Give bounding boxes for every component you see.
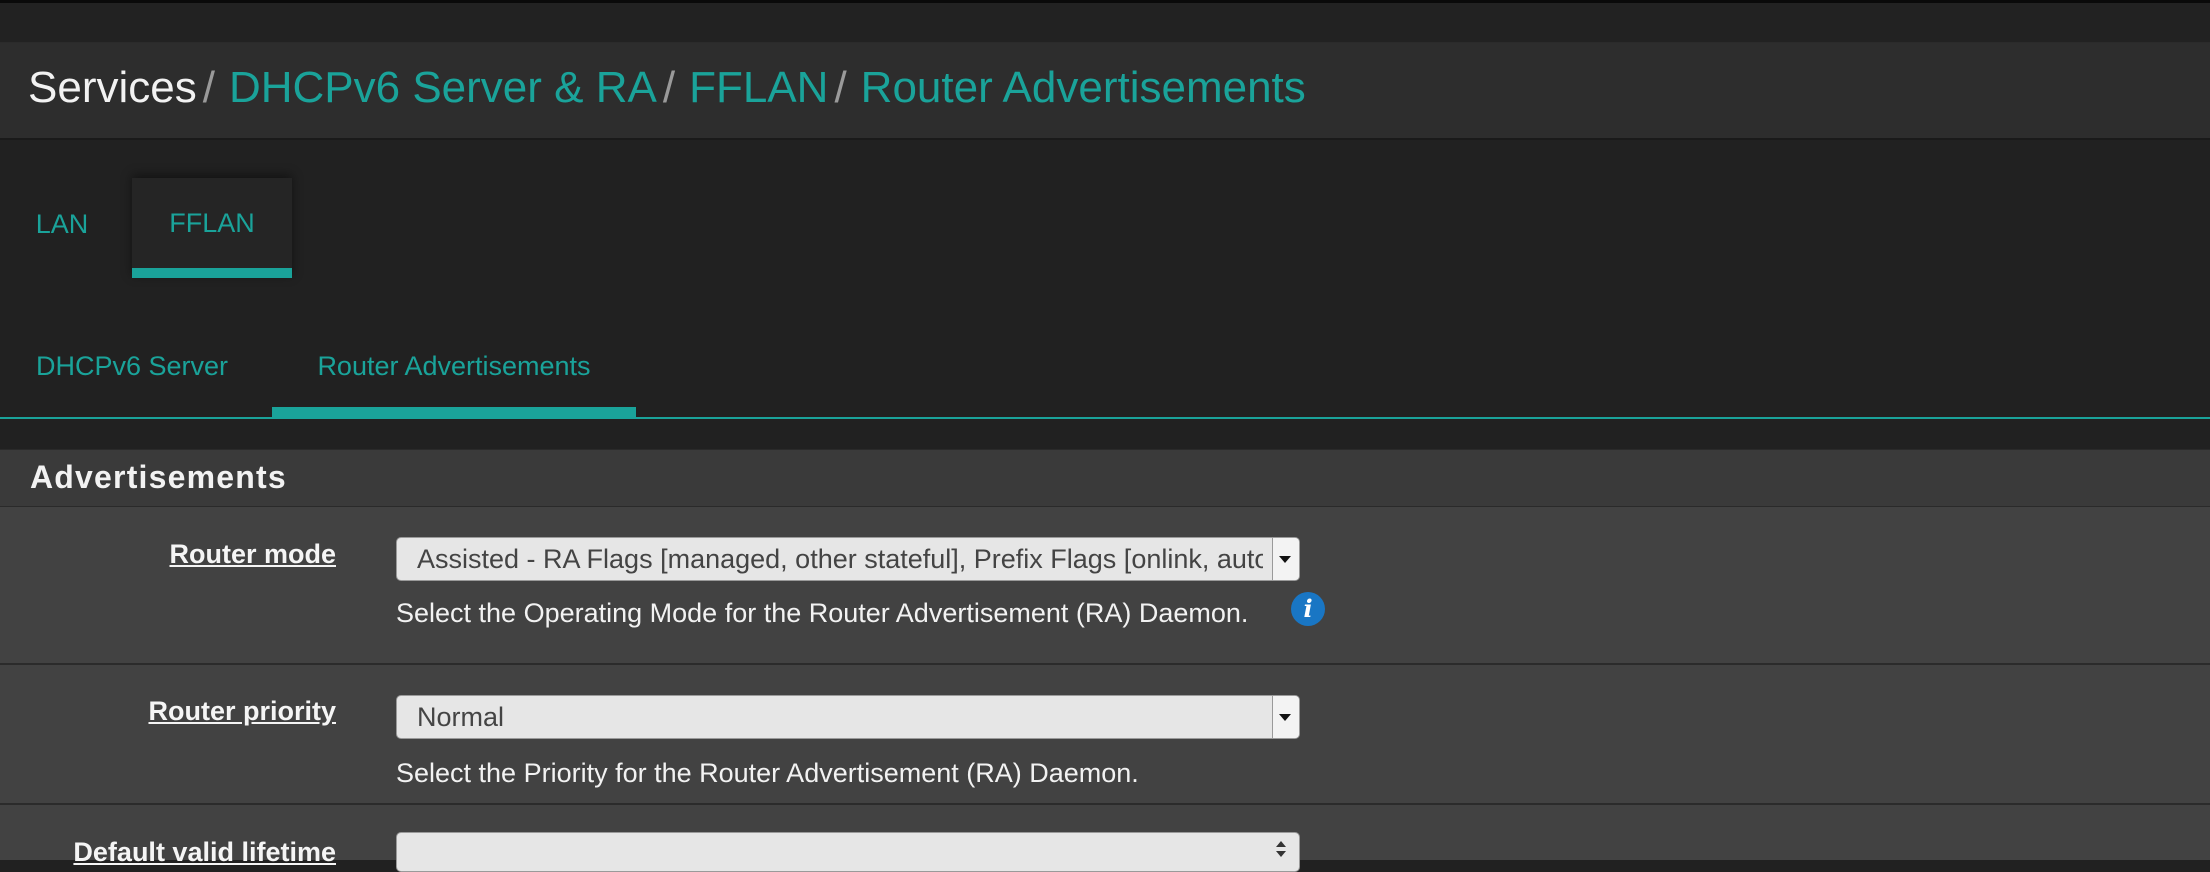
chevron-down-icon (1279, 556, 1291, 563)
form-row-default-valid-lifetime: Default valid lifetime (0, 805, 2210, 872)
chevron-down-icon (1279, 714, 1291, 721)
router-priority-select[interactable]: Normal (396, 695, 1300, 739)
router-mode-select[interactable]: Assisted - RA Flags [managed, other stat… (396, 537, 1300, 581)
breadcrumb-separator: / (834, 63, 847, 112)
router-priority-dropdown-button[interactable] (1272, 696, 1299, 738)
default-valid-lifetime-input[interactable] (396, 832, 1300, 872)
breadcrumb-separator: / (662, 63, 676, 112)
router-priority-label[interactable]: Router priority (148, 696, 336, 727)
default-valid-lifetime-label[interactable]: Default valid lifetime (73, 837, 336, 868)
page-header: Services / DHCPv6 Server & RA / FFLAN / Router… (0, 43, 2210, 140)
breadcrumb-item-fflan[interactable]: FFLAN (689, 63, 828, 112)
router-mode-label[interactable]: Router mode (169, 539, 336, 570)
spinner-arrows-icon[interactable] (1275, 841, 1287, 861)
router-mode-value: Assisted - RA Flags [managed, other stat… (417, 544, 1263, 574)
router-mode-dropdown-button[interactable] (1272, 538, 1299, 580)
form-row-router-mode: Router mode Assisted - RA Flags [managed… (0, 507, 2210, 665)
section-title: Advertisements (30, 459, 287, 495)
tab-fflan[interactable]: FFLAN (132, 178, 292, 278)
service-tabs: DHCPv6 Server Router Advertisements (0, 330, 2210, 419)
top-navbar (0, 0, 2210, 43)
breadcrumb-item-router-advertisements[interactable]: Router Advertisements (861, 63, 1306, 112)
tab-router-advertisements[interactable]: Router Advertisements (272, 330, 636, 417)
section-header: Advertisements (0, 449, 2210, 507)
router-priority-value: Normal (417, 702, 505, 732)
breadcrumb-item-dhcpv6-server-ra[interactable]: DHCPv6 Server & RA (229, 63, 657, 112)
router-mode-help: Select the Operating Mode for the Router… (396, 598, 1249, 628)
tab-lan[interactable]: LAN (6, 178, 118, 278)
breadcrumb-separator: / (202, 63, 215, 112)
info-icon[interactable]: i (1291, 592, 1325, 626)
breadcrumb: Services / DHCPv6 Server & RA / FFLAN / Router… (28, 63, 1306, 113)
form-row-router-priority: Router priority Normal Select the Priori… (0, 665, 2210, 805)
tab-dhcpv6-server[interactable]: DHCPv6 Server (14, 330, 250, 417)
router-priority-help: Select the Priority for the Router Adver… (396, 758, 1139, 788)
breadcrumb-item-services: Services (28, 63, 197, 112)
